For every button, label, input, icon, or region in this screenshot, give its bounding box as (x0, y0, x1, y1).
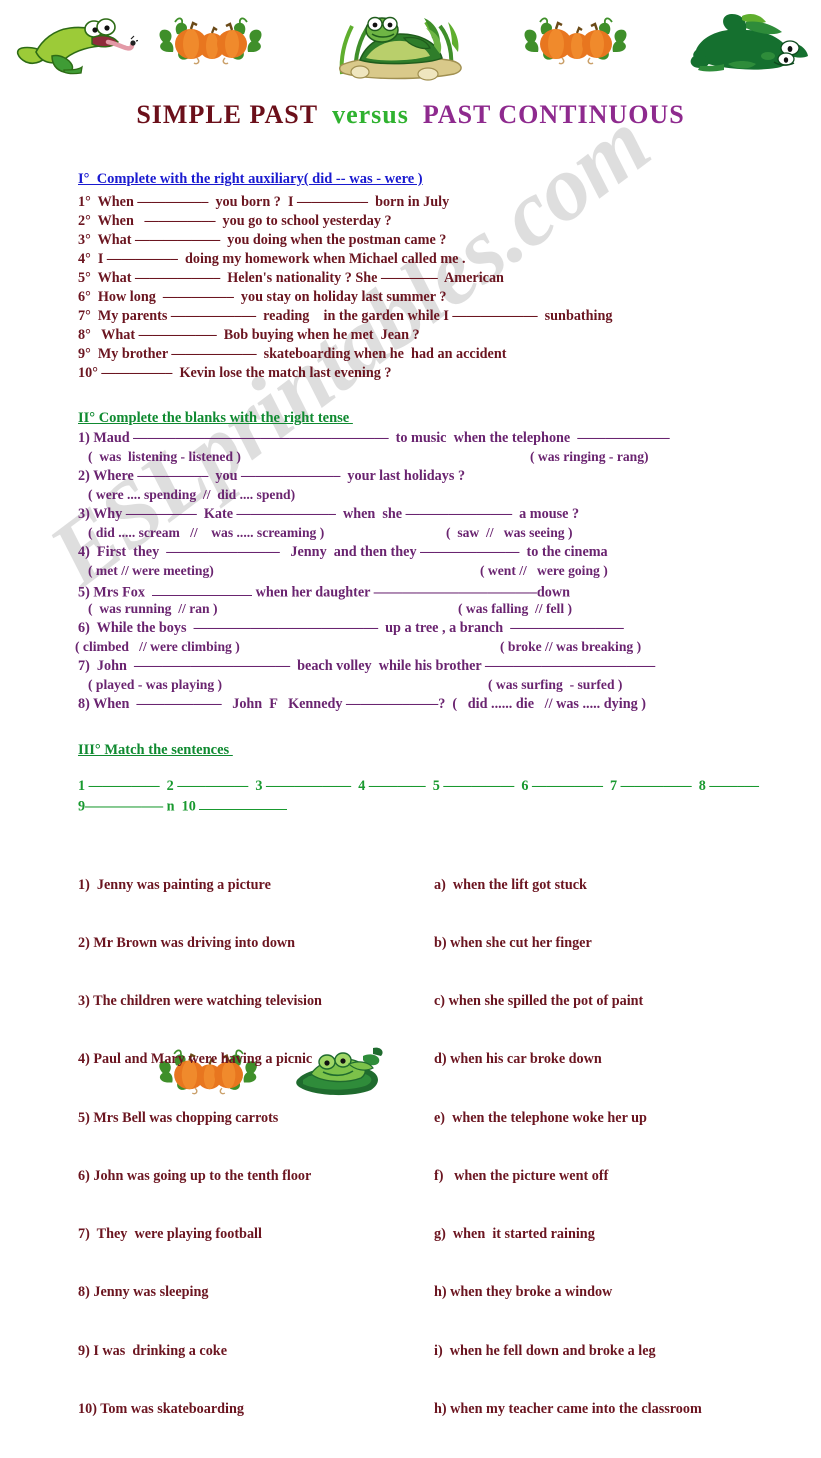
exercise-2-item: 8) When ————–—– John F Kennedy ————–——? … (78, 696, 646, 712)
exercise-2-item: 7) John ——————————–– beach volley while … (78, 658, 656, 674)
worksheet-content: I° Complete with the right auxiliary( di… (0, 0, 821, 1417)
list-item: h) when they broke a window (434, 1284, 613, 1301)
exercise-2-hint: ( played - was playing ) (88, 677, 223, 692)
list-item: g) when it started raining (434, 1226, 595, 1243)
exercise-2-hint: ( saw // was seeing ) (446, 525, 573, 540)
exercise-3-answer-prefix: 9————––– n 10 (78, 798, 200, 815)
list-item: c) when she spilled the pot of paint (434, 993, 644, 1010)
exercise-3-left-column: 1) Jenny was painting a picture 2) Mr Br… (78, 837, 322, 1458)
exercise-2-item-prefix: 5) Mrs Fox (78, 584, 153, 601)
list-item: 7) They were playing football (78, 1226, 262, 1243)
list-item: i) when he fell down and broke a leg (434, 1342, 656, 1359)
exercise-2-hint: ( did ..... scream // was ..... screamin… (88, 525, 325, 540)
exercise-1-item: 5° What —————–– Helen's nationality ? Sh… (78, 270, 504, 286)
exercise-2-item: 2) Where ————–– you ——————–– your last h… (78, 468, 466, 484)
list-item: b) when she cut her finger (434, 935, 592, 952)
list-item: 1) Jenny was painting a picture (78, 876, 271, 893)
exercise-1-item: 8° What ————–— Bob buying when he met Je… (78, 327, 420, 343)
exercise-2-item: 4) First they ———————–– Jenny and then t… (78, 544, 608, 560)
fill-in-blank[interactable] (199, 796, 288, 811)
list-item: 5) Mrs Bell was chopping carrots (78, 1109, 279, 1126)
exercise-2-hint: ( met // were meeting) (88, 563, 214, 578)
list-item: 2) Mr Brown was driving into down (78, 935, 296, 952)
list-item: d) when his car broke down (434, 1051, 602, 1068)
exercise-1-item: 10° ————–– Kevin lose the match last eve… (78, 365, 392, 381)
exercise-2-heading: II° Complete the blanks with the right t… (78, 410, 353, 426)
worksheet-page: ESLprintables.com SIMPLE PAST versus PAST … (0, 0, 821, 1417)
exercise-1-item: 6° How long ————–– you stay on holiday l… (78, 289, 447, 305)
exercise-3-answer-line[interactable]: 1 ————–– 2 ————–– 3 —————— 4 ———–– 5 ———… (78, 778, 759, 795)
exercise-2-hint: ( was surfing - surfed ) (488, 677, 623, 692)
list-item: h) when my teacher came into the classro… (434, 1400, 702, 1417)
list-item: 4) Paul and Mary were having a picnic (78, 1051, 313, 1068)
list-item: 8) Jenny was sleeping (78, 1284, 209, 1301)
exercise-2-hint: ( was running // ran ) (88, 601, 218, 616)
exercise-2-item: 3) Why ————–– Kate ——————–– when she ———… (78, 506, 580, 522)
exercise-2-hint: ( broke // was breaking ) (500, 639, 642, 654)
exercise-1-item: 4° I ————–– doing my homework when Micha… (78, 251, 466, 267)
exercise-2-hint: ( went // were going ) (480, 563, 608, 578)
fill-in-blank[interactable] (152, 582, 253, 597)
exercise-2-item: 5) Mrs Fox when her daughter ———————————… (78, 582, 570, 601)
exercise-1-item: 9° My brother —————— skateboarding when … (78, 346, 507, 362)
exercise-1-item: 2° When ————–– you go to school yesterda… (78, 213, 392, 229)
exercise-2-hint: ( was listening - listened ) (88, 449, 241, 464)
list-item: 10) Tom was skateboarding (78, 1400, 244, 1417)
exercise-1-item: 3° What —————— you doing when the postma… (78, 232, 447, 248)
exercise-1-item: 7° My parents ————––— reading in the gar… (78, 308, 613, 324)
exercise-2-item-suffix: when her daughter ———————————–down (252, 584, 571, 601)
exercise-2-hint: ( were .... spending // did .... spend) (88, 487, 296, 502)
exercise-2-hint: ( climbed // were climbing ) (75, 639, 240, 654)
exercise-2-hint: ( was falling // fell ) (458, 601, 573, 616)
list-item: a) when the lift got stuck (434, 876, 587, 893)
list-item: f) when the picture went off (434, 1167, 609, 1184)
exercise-3-answer-line[interactable]: 9————––– n 10 (78, 796, 288, 815)
list-item: e) when the telephone woke her up (434, 1109, 647, 1126)
list-item: 6) John was going up to the tenth floor (78, 1167, 312, 1184)
exercise-2-item: 1) Maud —————————————————— to music when… (78, 430, 670, 446)
list-item: 3) The children were watching television (78, 993, 322, 1010)
exercise-2-item: 6) While the boys ————————————–– up a tr… (78, 620, 624, 636)
exercise-3-heading: III° Match the sentences (78, 742, 233, 758)
exercise-1-heading: I° Complete with the right auxiliary( di… (78, 171, 423, 187)
list-item: 9) I was drinking a coke (78, 1342, 227, 1359)
exercise-2-hint: ( was ringing - rang) (530, 449, 649, 464)
exercise-1-item: 1° When ————–– you born ? I ————–– born … (78, 194, 450, 210)
exercise-3-right-column: a) when the lift got stuck b) when she c… (434, 837, 702, 1458)
